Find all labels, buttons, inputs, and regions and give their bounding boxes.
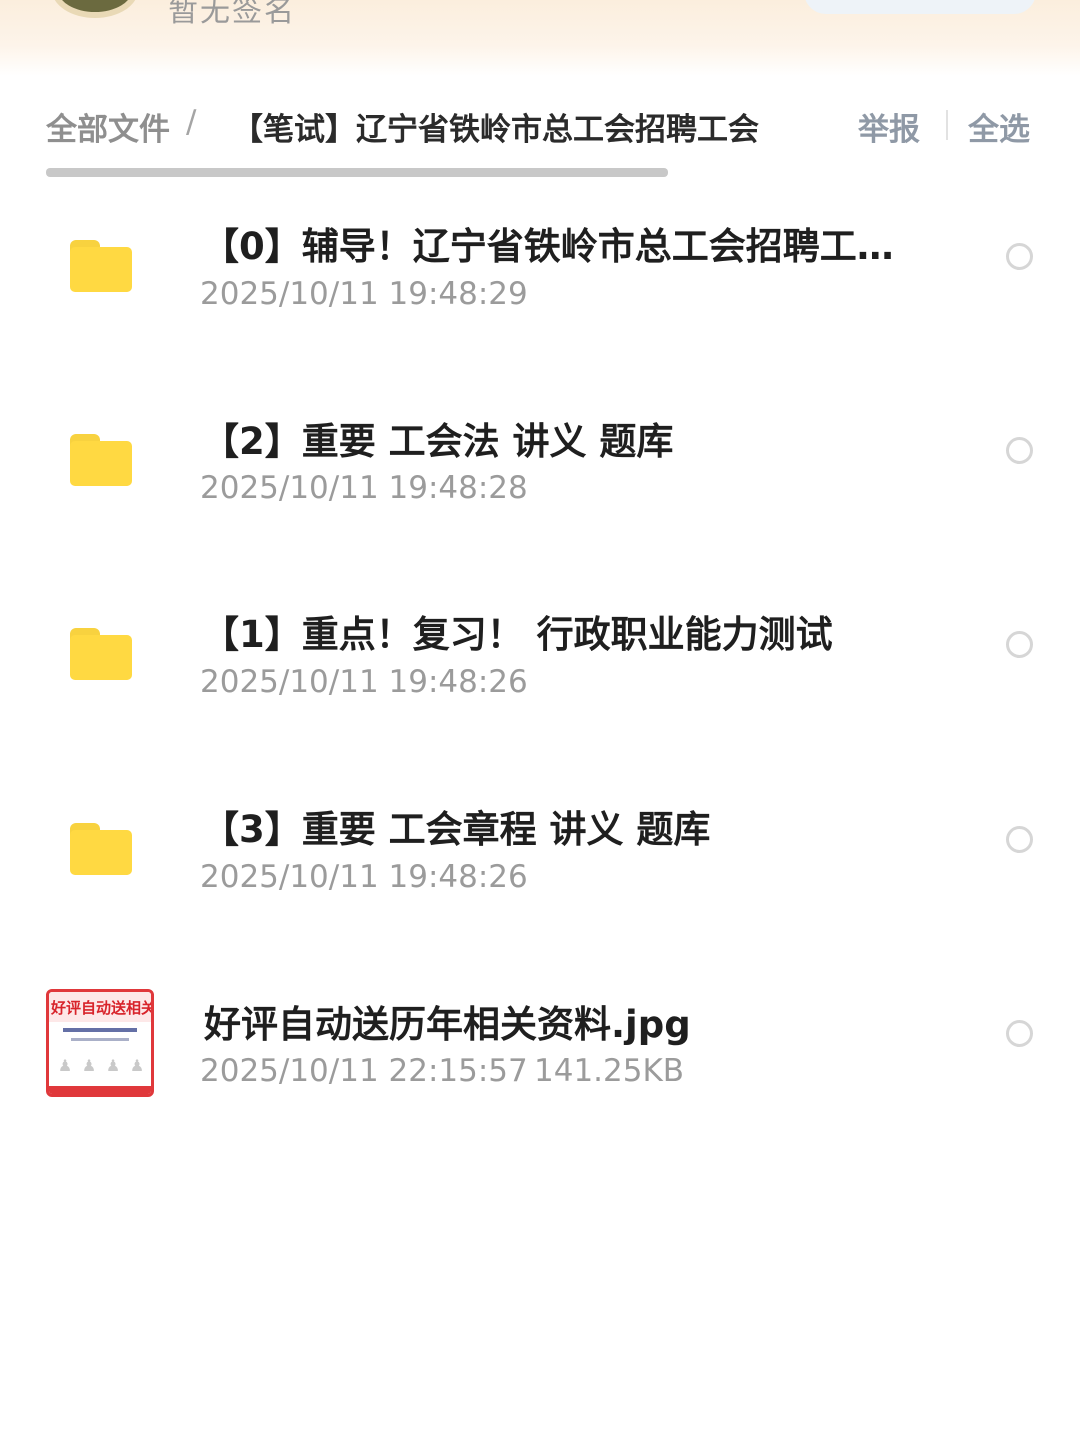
breadcrumb-current: 【笔试】辽宁省铁岭市总工会招聘工会 xyxy=(232,112,759,148)
report-button[interactable]: 举报 xyxy=(858,104,920,149)
list-item[interactable]: 【3】重要 工会章程 讲义 题库 2025/10/11 19:48:26 xyxy=(0,762,1080,957)
select-checkbox[interactable] xyxy=(1006,1020,1033,1047)
thumbnail-caption: 好评自动送相关 xyxy=(49,992,151,1022)
list-item[interactable]: 【0】辅导！辽宁省铁岭市总工会招聘工… 2025/10/11 19:48:29 xyxy=(0,178,1080,373)
select-checkbox[interactable] xyxy=(1006,436,1033,464)
action-divider xyxy=(946,110,948,140)
breadcrumb-root[interactable]: 全部文件 xyxy=(46,104,170,149)
file-date: 2025/10/11 22:15:57 xyxy=(200,1053,528,1089)
header-action-pill[interactable] xyxy=(804,0,1036,14)
breadcrumb-separator: / xyxy=(186,104,197,140)
breadcrumb: 全部文件 / 【笔试】辽宁省铁岭市总工会招聘工会 举报 全选 xyxy=(0,76,1080,180)
list-item[interactable]: 【1】重点！复习！ 行政职业能力测试 2025/10/11 19:48:26 xyxy=(0,567,1080,762)
file-name: 【0】辅导！辽宁省铁岭市总工会招聘工… xyxy=(202,225,894,268)
file-date: 2025/10/11 19:48:26 xyxy=(200,858,528,895)
select-checkbox[interactable] xyxy=(1006,631,1033,658)
file-size: 141.25KB xyxy=(534,1053,685,1089)
folder-icon xyxy=(70,240,132,292)
file-name: 好评自动送历年相关资料.jpg xyxy=(204,1003,691,1046)
file-date: 2025/10/11 19:48:29 xyxy=(200,276,528,312)
folder-icon xyxy=(70,433,132,486)
folder-icon xyxy=(70,628,132,680)
file-name: 【3】重要 工会章程 讲义 题库 xyxy=(202,807,711,851)
thumbnail-figures-icon: ♟ ♟ ♟ ♟ xyxy=(57,1056,145,1075)
file-name: 【2】重要 工会法 讲义 题库 xyxy=(202,419,674,463)
file-date: 2025/10/11 19:48:26 xyxy=(200,664,528,700)
avatar[interactable] xyxy=(52,0,138,18)
select-checkbox[interactable] xyxy=(1006,825,1033,853)
profile-header: 暂无签名 xyxy=(0,0,1080,76)
file-date: 2025/10/11 19:48:28 xyxy=(200,469,528,506)
select-all-button[interactable]: 全选 xyxy=(968,104,1030,149)
select-checkbox[interactable] xyxy=(1006,243,1033,270)
list-item[interactable]: 【2】重要 工会法 讲义 题库 2025/10/11 19:48:28 xyxy=(0,373,1080,568)
file-list: 【0】辅导！辽宁省铁岭市总工会招聘工… 2025/10/11 19:48:29 … xyxy=(0,178,1080,1151)
file-name: 【1】重点！复习！ 行政职业能力测试 xyxy=(202,613,833,656)
signature-text: 暂无签名 xyxy=(168,0,296,29)
breadcrumb-scrollbar[interactable] xyxy=(46,168,668,177)
folder-icon xyxy=(70,822,132,875)
image-thumbnail: 好评自动送相关 ♟ ♟ ♟ ♟ xyxy=(46,989,154,1097)
list-item[interactable]: 好评自动送相关 ♟ ♟ ♟ ♟ 好评自动送历年相关资料.jpg 2025/10/11 … xyxy=(0,956,1080,1151)
